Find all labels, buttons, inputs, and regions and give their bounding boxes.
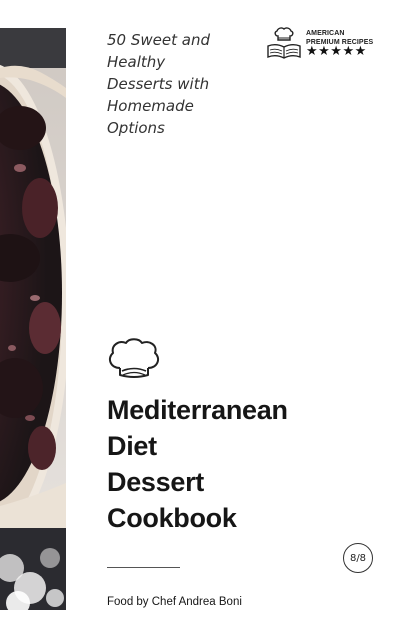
tagline-line: Options	[107, 119, 165, 137]
title-line: Diet	[107, 431, 157, 461]
dessert-photo	[0, 28, 66, 610]
volume-badge: 8/8	[343, 543, 373, 573]
title-line: Dessert	[107, 467, 204, 497]
tagline-line: Healthy	[107, 53, 166, 71]
publisher-brand: AMERICAN PREMIUM RECIPES ★★★★★	[266, 27, 376, 67]
brand-line-1: AMERICAN	[306, 30, 345, 37]
title-line: Mediterranean	[107, 395, 288, 425]
chef-hat-icon	[108, 338, 160, 378]
divider	[107, 567, 180, 568]
chef-book-icon	[267, 27, 301, 59]
book-title: Mediterranean Diet Dessert Cookbook	[107, 392, 288, 536]
tagline-line: Homemade	[107, 97, 194, 115]
cover-tagline: 50 Sweet and Healthy Desserts with Homem…	[107, 29, 247, 139]
book-cover: 50 Sweet and Healthy Desserts with Homem…	[0, 0, 402, 640]
title-line: Cookbook	[107, 503, 237, 533]
dessert-photo-image	[0, 28, 66, 610]
author-credit: Food by Chef Andrea Boni	[107, 596, 242, 608]
tagline-line: 50 Sweet and	[107, 31, 210, 49]
rating-stars: ★★★★★	[306, 44, 367, 59]
tagline-line: Desserts with	[107, 75, 210, 93]
